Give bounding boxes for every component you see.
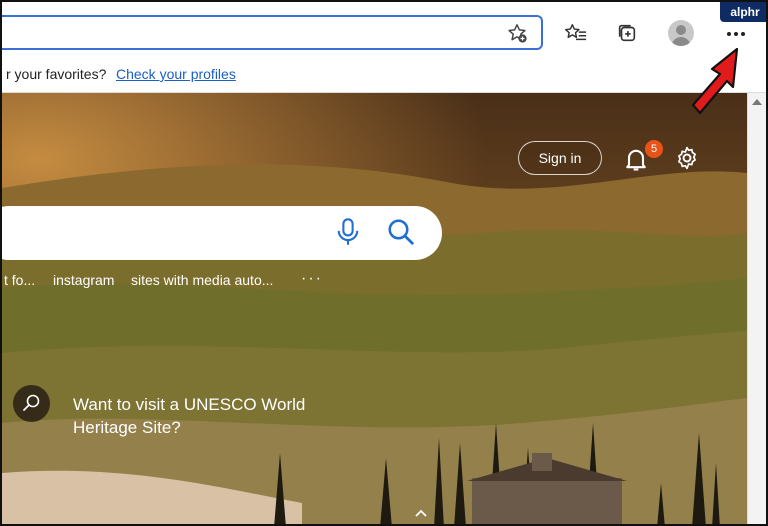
more-options-icon[interactable]: [722, 24, 750, 44]
quick-link-3[interactable]: sites with media auto...: [131, 272, 273, 288]
sign-in-button[interactable]: Sign in: [518, 141, 602, 175]
notification-badge: 5: [645, 140, 663, 158]
profile-avatar-icon[interactable]: [668, 20, 694, 46]
browser-toolbar: alphr: [2, 2, 766, 58]
page-scrollbar[interactable]: [747, 93, 766, 524]
favorites-icon[interactable]: [561, 18, 591, 48]
pointer-arrow-annotation: [691, 47, 739, 115]
alphr-watermark: alphr: [720, 2, 766, 22]
chevron-up-icon[interactable]: [413, 505, 429, 521]
scroll-up-icon[interactable]: [752, 99, 762, 105]
more-quick-links-button[interactable]: ···: [301, 270, 323, 288]
image-search-button[interactable]: [13, 385, 50, 422]
background-fact-text[interactable]: Want to visit a UNESCO World Heritage Si…: [73, 393, 373, 439]
favorites-message: r your favorites?: [6, 66, 107, 82]
new-tab-page: Sign in 5 t fo... instagram sites with m…: [2, 93, 747, 524]
collections-icon[interactable]: [612, 18, 642, 48]
microphone-icon[interactable]: [334, 217, 362, 247]
settings-gear-icon[interactable]: [674, 145, 700, 171]
quick-link-instagram[interactable]: instagram: [53, 272, 114, 288]
add-favorite-icon[interactable]: [502, 18, 532, 48]
address-bar[interactable]: [2, 15, 543, 50]
magnifier-icon: [23, 394, 40, 411]
quick-link-1[interactable]: t fo...: [4, 272, 35, 288]
check-profiles-link[interactable]: Check your profiles: [116, 66, 236, 82]
favorites-prompt-bar: r your favorites? Check your profiles: [2, 58, 766, 93]
browser-window: alphr r your favorites? Check your profi…: [0, 0, 768, 526]
search-icon[interactable]: [386, 217, 416, 247]
web-search-box[interactable]: [2, 206, 442, 260]
